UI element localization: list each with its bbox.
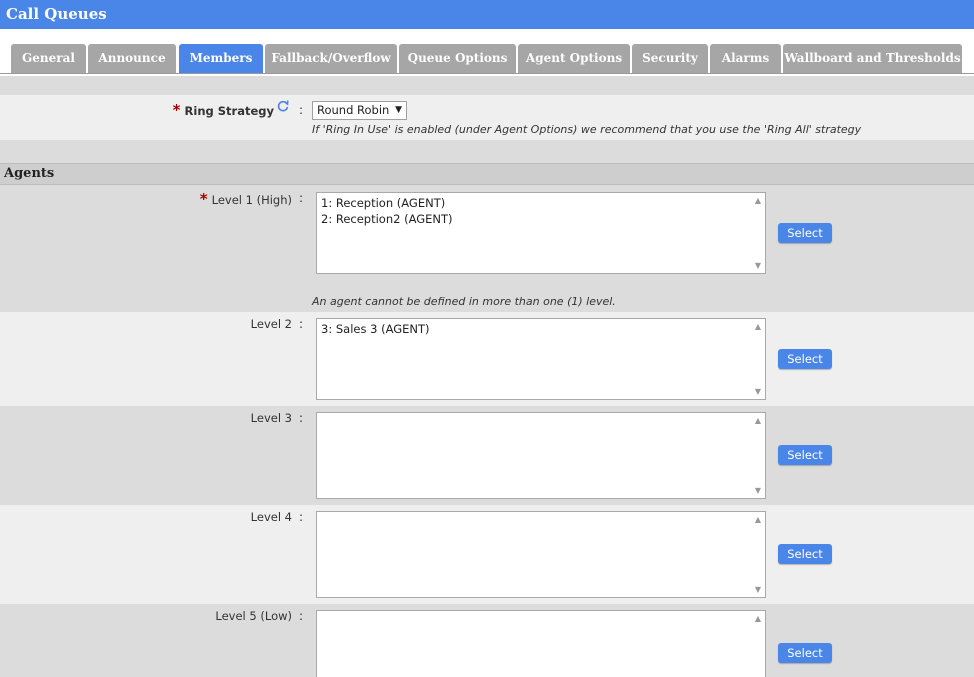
- required-marker: *: [172, 101, 181, 119]
- tab-queue-options[interactable]: Queue Options: [399, 44, 516, 73]
- tab-announce[interactable]: Announce: [88, 44, 176, 73]
- tab-members[interactable]: Members: [179, 44, 263, 73]
- scroll-up-icon[interactable]: ▲: [755, 322, 761, 331]
- level-2-label: Level 2: [250, 317, 292, 331]
- level-2-colon: :: [299, 317, 304, 331]
- list-item[interactable]: 2: Reception2 (AGENT): [317, 211, 765, 227]
- tab-wallboard-thresholds[interactable]: Wallboard and Thresholds: [783, 44, 962, 73]
- dropdown-arrow-icon: ▼: [395, 105, 402, 115]
- required-marker: *: [199, 190, 208, 208]
- scroll-up-icon[interactable]: ▲: [755, 614, 761, 623]
- level-4-listbox[interactable]: ▲ ▼: [316, 511, 766, 598]
- ring-strategy-hint: If 'Ring In Use' is enabled (under Agent…: [312, 123, 862, 136]
- level-4-label: Level 4: [250, 510, 292, 524]
- scroll-down-icon[interactable]: ▼: [755, 486, 761, 495]
- list-item[interactable]: 1: Reception (AGENT): [317, 195, 765, 211]
- tab-strip: General Announce Members Fallback/Overfl…: [0, 29, 974, 74]
- tab-fallback-overflow[interactable]: Fallback/Overflow: [265, 44, 397, 73]
- scroll-up-icon[interactable]: ▲: [755, 515, 761, 524]
- level-1-listbox[interactable]: 1: Reception (AGENT) 2: Reception2 (AGEN…: [316, 192, 766, 274]
- ring-strategy-colon: :: [299, 103, 304, 117]
- agents-section-header: Agents: [0, 163, 974, 185]
- ring-strategy-label: * Ring Strategy: [172, 101, 274, 119]
- level-3-label: Level 3: [250, 411, 292, 425]
- level-2-select-button[interactable]: Select: [778, 349, 832, 369]
- level-5-listbox[interactable]: ▲: [316, 610, 766, 677]
- scroll-down-icon[interactable]: ▼: [755, 261, 761, 270]
- list-item[interactable]: 3: Sales 3 (AGENT): [317, 321, 765, 337]
- scroll-up-icon[interactable]: ▲: [755, 196, 761, 205]
- level-1-colon: :: [299, 191, 304, 205]
- level-1-select-button[interactable]: Select: [778, 223, 832, 243]
- level-4-select-button[interactable]: Select: [778, 544, 832, 564]
- window-title: Call Queues: [0, 0, 974, 29]
- level-5-label: Level 5 (Low): [215, 609, 292, 623]
- level-3-select-button[interactable]: Select: [778, 445, 832, 465]
- level-2-listbox[interactable]: 3: Sales 3 (AGENT) ▲ ▼: [316, 318, 766, 400]
- level-4-colon: :: [299, 510, 304, 524]
- level-3-colon: :: [299, 411, 304, 425]
- tab-agent-options[interactable]: Agent Options: [518, 44, 630, 73]
- scroll-up-icon[interactable]: ▲: [755, 416, 761, 425]
- tab-general[interactable]: General: [11, 44, 86, 73]
- level-3-listbox[interactable]: ▲ ▼: [316, 412, 766, 499]
- refresh-icon[interactable]: [276, 99, 290, 113]
- scroll-down-icon[interactable]: ▼: [755, 585, 761, 594]
- tab-alarms[interactable]: Alarms: [710, 44, 781, 73]
- level-hint: An agent cannot be defined in more than …: [312, 295, 616, 308]
- ring-strategy-value: Round Robin: [317, 103, 390, 117]
- spacer-band: [0, 76, 974, 95]
- level-5-colon: :: [299, 609, 304, 623]
- level-5-select-button[interactable]: Select: [778, 643, 832, 663]
- spacer-band: [0, 140, 974, 163]
- level-1-label: * Level 1 (High): [199, 190, 292, 208]
- scroll-down-icon[interactable]: ▼: [755, 387, 761, 396]
- tab-security[interactable]: Security: [632, 44, 708, 73]
- ring-strategy-select[interactable]: Round Robin ▼: [312, 101, 407, 120]
